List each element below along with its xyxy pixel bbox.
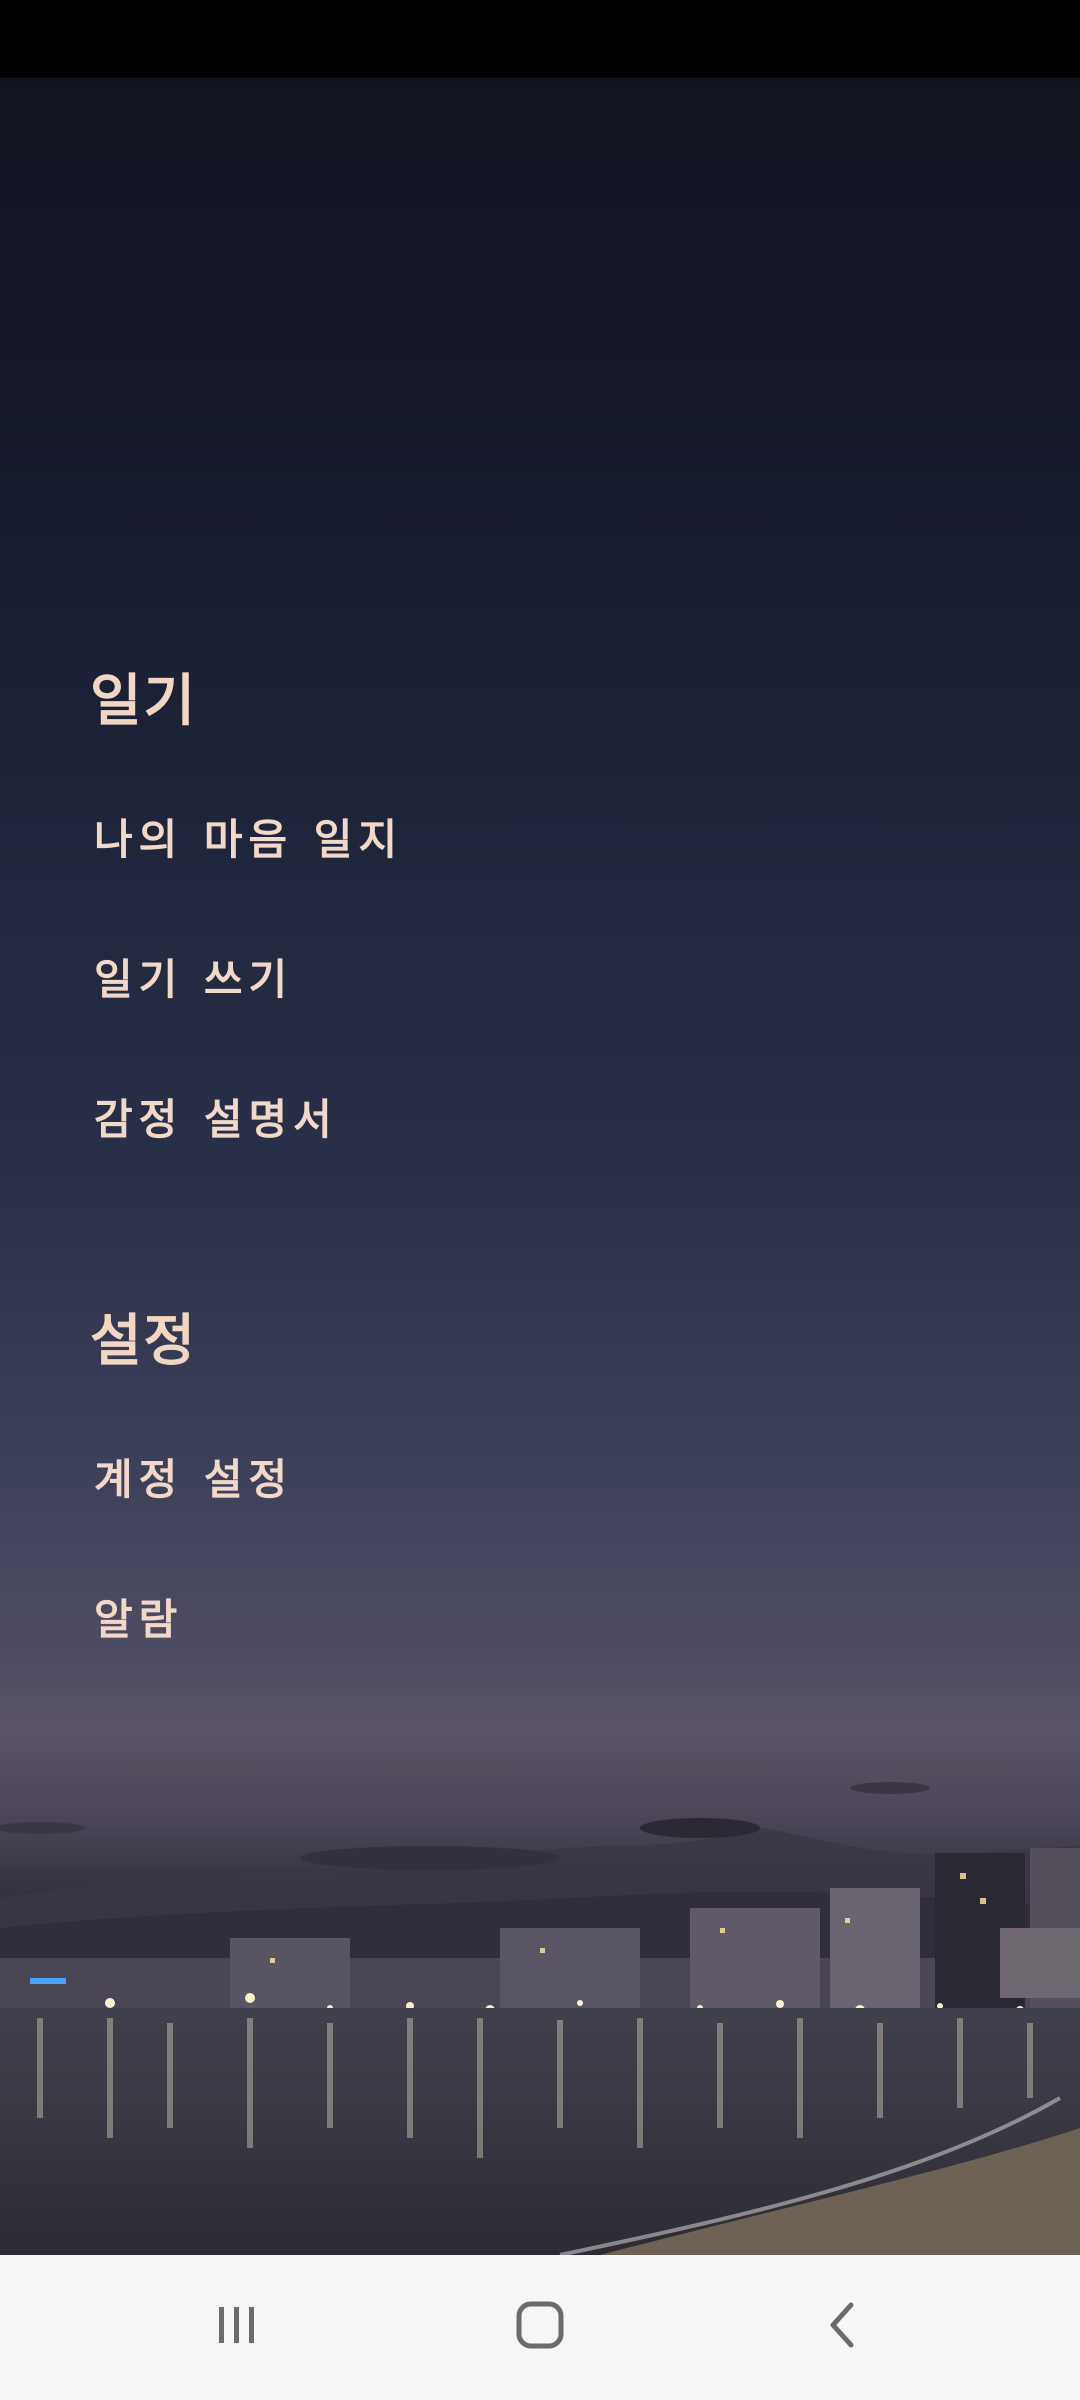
menu-item-write-diary[interactable]: 일기 쓰기	[94, 946, 293, 1007]
status-bar	[0, 0, 1080, 78]
system-navigation-bar	[0, 2255, 1080, 2400]
section-title-settings: 설정	[90, 1309, 198, 1374]
menu-item-my-mind-journal[interactable]: 나의 마음 일지	[94, 806, 403, 867]
back-icon	[830, 2302, 854, 2348]
home-icon	[516, 2301, 564, 2349]
menu-item-emotion-guide[interactable]: 감정 설명서	[94, 1086, 338, 1147]
section-title-diary: 일기	[90, 669, 198, 734]
drawer-screen: 일기 나의 마음 일지 일기 쓰기 감정 설명서 설정 계정 설정 알람	[0, 78, 1080, 2255]
back-button[interactable]	[783, 2285, 903, 2365]
recent-apps-icon	[219, 2307, 254, 2343]
menu-item-account-settings[interactable]: 계정 설정	[94, 1446, 293, 1507]
recent-apps-button[interactable]	[177, 2285, 297, 2365]
drawer-menu: 일기 나의 마음 일지 일기 쓰기 감정 설명서 설정 계정 설정 알람	[0, 78, 1080, 2255]
home-button[interactable]	[480, 2285, 600, 2365]
menu-item-alarm[interactable]: 알람	[94, 1586, 183, 1647]
